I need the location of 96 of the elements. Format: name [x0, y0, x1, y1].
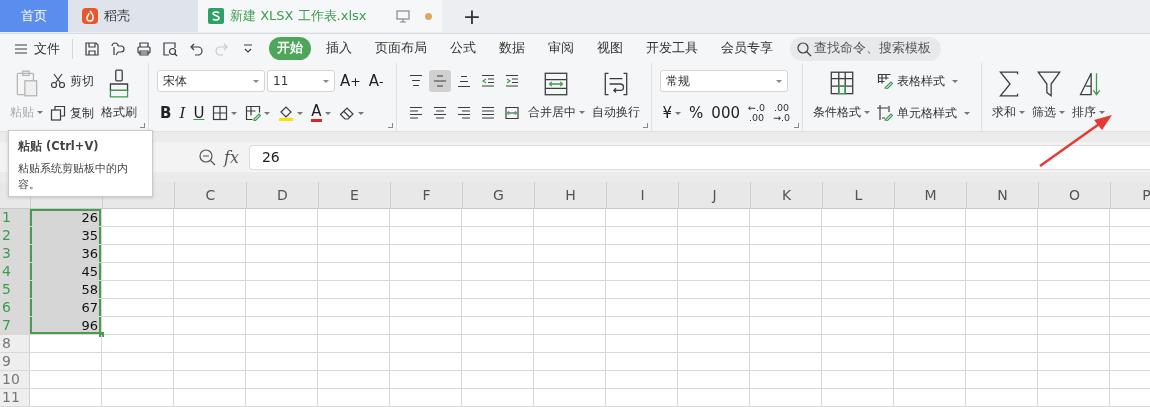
document-tab[interactable]: 稻壳 — [68, 0, 198, 32]
distributed-icon — [503, 105, 520, 121]
ribbon-tab[interactable]: 会员专享 — [713, 37, 781, 60]
save-icon[interactable] — [84, 40, 100, 57]
search-icon — [796, 40, 812, 57]
function-label[interactable]: fx — [224, 147, 239, 167]
funnel-icon — [1035, 69, 1062, 99]
italic-button[interactable]: I — [176, 104, 189, 122]
outdent-icon — [479, 73, 496, 89]
align-center-icon — [431, 105, 448, 121]
column-header[interactable]: J — [678, 182, 750, 208]
align-left-icon — [407, 105, 424, 121]
ribbon-button[interactable]: 格式刷 — [99, 67, 139, 127]
ribbon-button[interactable]: 复制 — [48, 104, 96, 122]
fill-bucket-icon — [278, 105, 295, 121]
dialog-launcher-icon[interactable] — [140, 123, 145, 128]
ribbon-tab[interactable]: 公式 — [442, 37, 484, 60]
file-menu[interactable]: 文件 — [10, 39, 64, 58]
column-header[interactable]: O — [1038, 182, 1110, 208]
number-format-button[interactable]: ¥ — [659, 104, 685, 122]
search-field[interactable]: 查找命令、搜索模板 — [790, 36, 941, 61]
table-cell: 96 — [30, 317, 102, 334]
dialog-launcher-icon[interactable] — [387, 123, 393, 128]
justify-icon — [479, 105, 496, 121]
dialog-launcher-icon[interactable] — [794, 123, 800, 128]
flame-logo-icon — [82, 8, 98, 24]
decimal-button[interactable]: ←.0 .00 — [745, 103, 768, 123]
spreadsheet-logo-icon — [208, 8, 224, 24]
print-preview-icon[interactable] — [162, 40, 178, 57]
table-cell: 36 — [30, 245, 102, 262]
table-cell: 26 — [30, 209, 102, 226]
row-header[interactable]: 11 — [0, 389, 30, 406]
column-header[interactable]: K — [750, 182, 822, 208]
row-header[interactable]: 10 — [0, 371, 30, 388]
table-cell: 45 — [30, 263, 102, 280]
border-icon — [212, 105, 229, 121]
table-cell: 67 — [30, 299, 102, 316]
ribbon-tab[interactable]: 开发工具 — [638, 37, 706, 60]
column-header[interactable]: C — [174, 182, 246, 208]
dialog-launcher-icon[interactable] — [642, 123, 648, 128]
ribbon-button[interactable]: 单元格样式 — [875, 104, 973, 122]
ribbon-tab[interactable]: 插入 — [318, 37, 360, 60]
zoom-out-icon[interactable] — [198, 148, 216, 166]
column-header[interactable]: P — [1110, 182, 1150, 208]
ribbon-button[interactable]: 条件格式 — [811, 67, 873, 127]
ribbon-tab[interactable]: 页面布局 — [367, 37, 435, 60]
ribbon-button[interactable]: 筛选 — [1030, 67, 1068, 127]
ribbon-button[interactable]: 合并居中 — [525, 67, 587, 127]
row-header[interactable]: 8 — [0, 335, 30, 352]
ribbon-button[interactable]: 剪切 — [48, 72, 96, 90]
table-pencil-icon — [877, 73, 894, 89]
tooltip-text: 粘贴系统剪贴板中的内容。 — [18, 161, 129, 193]
underline-button[interactable]: U — [190, 104, 208, 122]
column-header[interactable]: M — [894, 182, 966, 208]
copy-icon — [50, 105, 66, 121]
dropdown-field[interactable]: 宋体 — [157, 70, 265, 92]
monitor-icon — [395, 8, 411, 24]
cell-style-icon — [877, 105, 894, 121]
column-header[interactable]: N — [966, 182, 1038, 208]
bold-button[interactable]: B — [157, 104, 175, 122]
ribbon-tab[interactable]: 数据 — [491, 37, 533, 60]
tooltip-title: 粘贴 (Ctrl+V) — [18, 139, 100, 154]
column-header[interactable]: F — [390, 182, 462, 208]
align-right-icon — [455, 105, 472, 121]
dropdown-field[interactable]: 常规 — [659, 70, 788, 92]
table-cell: 35 — [30, 227, 102, 244]
column-header[interactable]: D — [246, 182, 318, 208]
table-cell: 58 — [30, 281, 102, 298]
indent-icon — [503, 73, 520, 89]
align-middle-icon — [431, 73, 448, 89]
column-header[interactable]: H — [534, 182, 606, 208]
ribbon-button[interactable]: 表格样式 — [875, 72, 961, 90]
border-pencil-icon — [245, 105, 262, 121]
ribbon-button[interactable]: 自动换行 — [589, 67, 642, 127]
column-header[interactable]: L — [822, 182, 894, 208]
scissors-icon — [50, 73, 66, 89]
row-header[interactable]: 9 — [0, 353, 30, 370]
print-icon[interactable] — [136, 40, 152, 57]
ribbon-button[interactable]: 求和 — [990, 67, 1028, 127]
ribbon-button[interactable]: 排序 — [1070, 67, 1108, 127]
ribbon-tab[interactable]: 视图 — [589, 37, 631, 60]
column-header[interactable]: G — [462, 182, 534, 208]
number-format-button[interactable]: % — [686, 104, 707, 122]
ribbon-tab[interactable]: 审阅 — [540, 37, 582, 60]
dropdown-field[interactable]: 11 — [267, 70, 335, 92]
eraser-icon — [338, 105, 355, 121]
number-format-button[interactable]: 000 — [708, 104, 743, 122]
menu-icon — [14, 41, 28, 56]
decimal-button[interactable]: .00 →.0 — [770, 103, 794, 123]
align-top-icon — [407, 73, 424, 89]
align-bottom-icon — [455, 73, 472, 89]
formula-input[interactable]: 26 — [248, 144, 1150, 170]
font-color-button[interactable]: A — [308, 104, 334, 122]
column-header[interactable]: I — [606, 182, 678, 208]
new-tab-button[interactable]: + — [452, 0, 492, 32]
column-header[interactable]: E — [318, 182, 390, 208]
